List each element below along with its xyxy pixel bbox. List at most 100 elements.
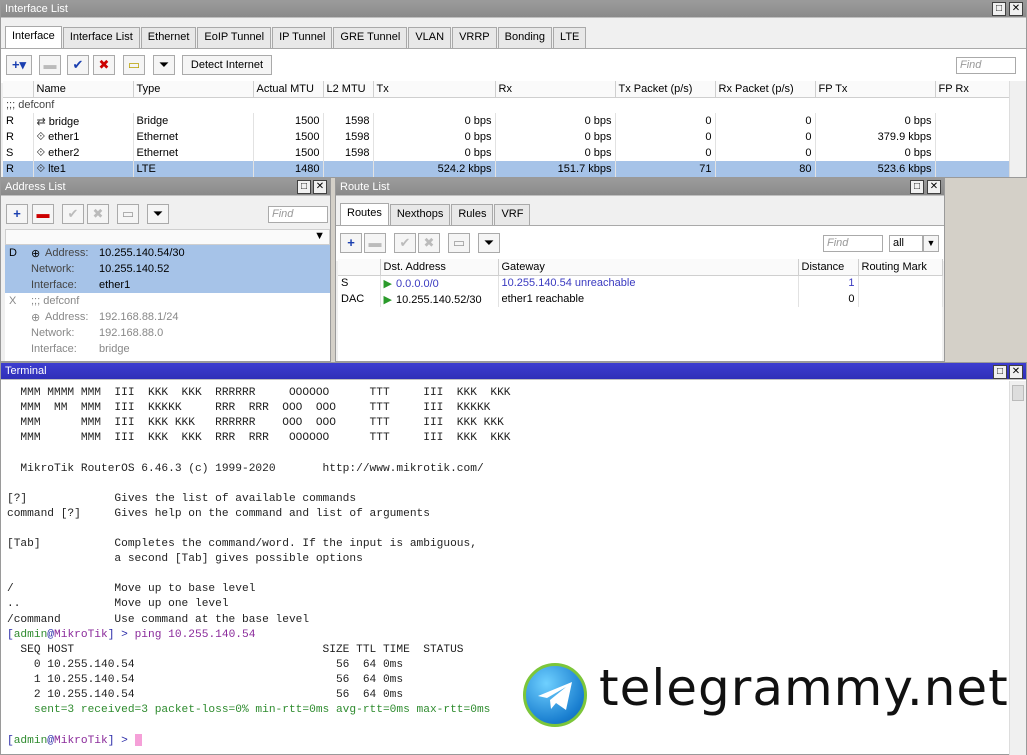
- tab-interface[interactable]: Interface: [5, 26, 62, 48]
- close-icon[interactable]: ✕: [313, 180, 327, 194]
- cell-l2: 1598: [323, 113, 374, 129]
- interface-find-input[interactable]: Find: [956, 57, 1016, 74]
- interface-value: bridge: [99, 343, 130, 355]
- filter-icon[interactable]: ⏷: [478, 233, 500, 253]
- remove-icon[interactable]: ▬: [39, 55, 61, 75]
- cell-l2: 1598: [323, 129, 374, 145]
- interface-name: ether2: [48, 146, 80, 159]
- tab-gre-tunnel[interactable]: GRE Tunnel: [333, 27, 408, 48]
- cell-fprx: [935, 113, 1017, 129]
- tab-vlan[interactable]: VLAN: [408, 27, 452, 48]
- interface-scrollbar[interactable]: [1009, 81, 1026, 177]
- cell-rx: 0 bps: [495, 129, 616, 145]
- disable-icon[interactable]: ✖: [93, 55, 115, 75]
- add-icon[interactable]: +: [340, 233, 362, 253]
- maximize-icon[interactable]: □: [993, 365, 1007, 379]
- list-item[interactable]: X ;;; defconf ⊕ Address: 192.168.88.1/24 Netw…: [5, 293, 330, 357]
- col-rx-packet[interactable]: Rx Packet (p/s): [715, 81, 816, 98]
- terminal-titlebar[interactable]: Terminal: [1, 363, 1026, 380]
- tab-routes[interactable]: Routes: [340, 203, 389, 225]
- tab-ip-tunnel[interactable]: IP Tunnel: [272, 27, 333, 48]
- table-row[interactable]: R ⟐ ether1 Ethernet 1500 1598 0 bps 0 bps 0 0 379.…: [3, 129, 1017, 145]
- list-item[interactable]: D ⊕ Address: 10.255.140.54/30 Network: 10.255…: [5, 245, 330, 293]
- maximize-icon[interactable]: □: [910, 180, 924, 194]
- tab-lte[interactable]: LTE: [553, 27, 587, 48]
- col-tx[interactable]: Tx: [373, 81, 496, 98]
- tab-eoip-tunnel[interactable]: EoIP Tunnel: [197, 27, 272, 48]
- cell-type: LTE: [133, 161, 254, 177]
- dst-address: 0.0.0.0/0: [395, 277, 439, 290]
- col-tx-packet[interactable]: Tx Packet (p/s): [615, 81, 716, 98]
- cell-gateway: ether1 reachable: [498, 291, 799, 307]
- tab-vrrp[interactable]: VRRP: [452, 27, 497, 48]
- route-window-titlebar[interactable]: Route List: [336, 179, 944, 196]
- chevron-down-icon[interactable]: ▼: [314, 230, 325, 242]
- table-row[interactable]: DAC ▶ 10.255.140.52/30 ether1 reachable 0: [338, 291, 943, 307]
- filter-icon[interactable]: ⏷: [147, 204, 169, 224]
- filter-icon[interactable]: ⏷: [153, 55, 175, 75]
- enable-icon[interactable]: ✔: [394, 233, 416, 253]
- cell-tx: 0 bps: [373, 113, 496, 129]
- address-find-input[interactable]: Find: [268, 206, 328, 223]
- add-icon[interactable]: +▾: [6, 55, 32, 75]
- maximize-icon[interactable]: □: [297, 180, 311, 194]
- row-flag: R: [3, 161, 34, 177]
- maximize-icon[interactable]: □: [992, 2, 1006, 16]
- tab-nexthops[interactable]: Nexthops: [389, 204, 451, 225]
- help-line: [Tab] Completes the command/word. If the…: [7, 538, 477, 550]
- tab-bonding[interactable]: Bonding: [497, 27, 553, 48]
- disable-icon[interactable]: ✖: [418, 233, 440, 253]
- terminal-window[interactable]: Terminal □ ✕ MMM MMMM MMM III KKK KKK RR…: [0, 362, 1027, 755]
- remove-icon[interactable]: ▬: [364, 233, 386, 253]
- add-icon[interactable]: +: [6, 204, 28, 224]
- comment-icon[interactable]: ▭: [123, 55, 145, 75]
- col-l2-mtu[interactable]: L2 MTU: [323, 81, 374, 98]
- enable-icon[interactable]: ✔: [62, 204, 84, 224]
- col-rx[interactable]: Rx: [495, 81, 616, 98]
- col-actual-mtu[interactable]: Actual MTU: [253, 81, 324, 98]
- close-icon[interactable]: ✕: [1009, 365, 1023, 379]
- disable-icon[interactable]: ✖: [87, 204, 109, 224]
- cell-fptx: 523.6 kbps: [815, 161, 936, 177]
- comment-icon[interactable]: ▭: [117, 204, 139, 224]
- prompt-end: ] >: [107, 735, 135, 748]
- help-line: /command Use command at the base level: [7, 613, 310, 626]
- tab-rules[interactable]: Rules: [451, 204, 494, 225]
- tab-vrf[interactable]: VRF: [494, 204, 531, 225]
- ping-row: 2 10.255.140.54 56 64 0ms: [7, 689, 404, 701]
- table-row[interactable]: S ⟐ ether2 Ethernet 1500 1598 0 bps 0 bps 0 0 0 bp…: [3, 145, 1017, 161]
- interface-window-titlebar[interactable]: Interface List: [1, 1, 1026, 18]
- col-fp-rx[interactable]: FP Rx: [935, 81, 1017, 98]
- cell-mtu: 1500: [253, 113, 324, 129]
- table-row[interactable]: R ⇄ bridge Bridge 1500 1598 0 bps 0 bps 0 0 0 bps: [3, 113, 1017, 129]
- col-fp-tx[interactable]: FP Tx: [815, 81, 936, 98]
- col-routing-mark[interactable]: Routing Mark: [858, 259, 943, 276]
- address-value: 192.168.88.1/24: [99, 311, 179, 323]
- col-name[interactable]: Name: [33, 81, 134, 98]
- table-row[interactable]: S ▶ 0.0.0.0/0 10.255.140.54 unreachable 1: [338, 275, 943, 291]
- cell-rx: 0 bps: [495, 145, 616, 161]
- cell-txp: 0: [615, 129, 716, 145]
- close-icon[interactable]: ✕: [927, 180, 941, 194]
- col-distance[interactable]: Distance: [798, 259, 859, 276]
- dropdown-icon[interactable]: ▼: [923, 235, 939, 252]
- cell-name: ⇄ bridge: [33, 113, 134, 129]
- col-gateway[interactable]: Gateway: [498, 259, 799, 276]
- close-icon[interactable]: ✕: [1009, 2, 1023, 16]
- tab-interface-list[interactable]: Interface List: [62, 27, 140, 48]
- address-window-titlebar[interactable]: Address List: [1, 179, 330, 196]
- cursor[interactable]: [134, 734, 142, 747]
- detect-internet-button[interactable]: Detect Internet: [182, 55, 272, 75]
- route-filter-select[interactable]: all: [889, 235, 923, 252]
- route-find-input[interactable]: Find: [823, 235, 883, 252]
- cell-rxp: 80: [715, 161, 816, 177]
- table-row[interactable]: R ⟐ lte1 LTE 1480 524.2 kbps 151.7 kbps 71 80 523…: [3, 161, 1017, 177]
- tab-ethernet[interactable]: Ethernet: [140, 27, 197, 48]
- col-type[interactable]: Type: [133, 81, 254, 98]
- enable-icon[interactable]: ✔: [67, 55, 89, 75]
- terminal-scrollbar[interactable]: [1009, 381, 1026, 755]
- remove-icon[interactable]: ▬: [32, 204, 54, 224]
- col-dst-address[interactable]: Dst. Address: [380, 259, 499, 276]
- comment-icon[interactable]: ▭: [448, 233, 470, 253]
- prompt-user: admin: [13, 735, 48, 748]
